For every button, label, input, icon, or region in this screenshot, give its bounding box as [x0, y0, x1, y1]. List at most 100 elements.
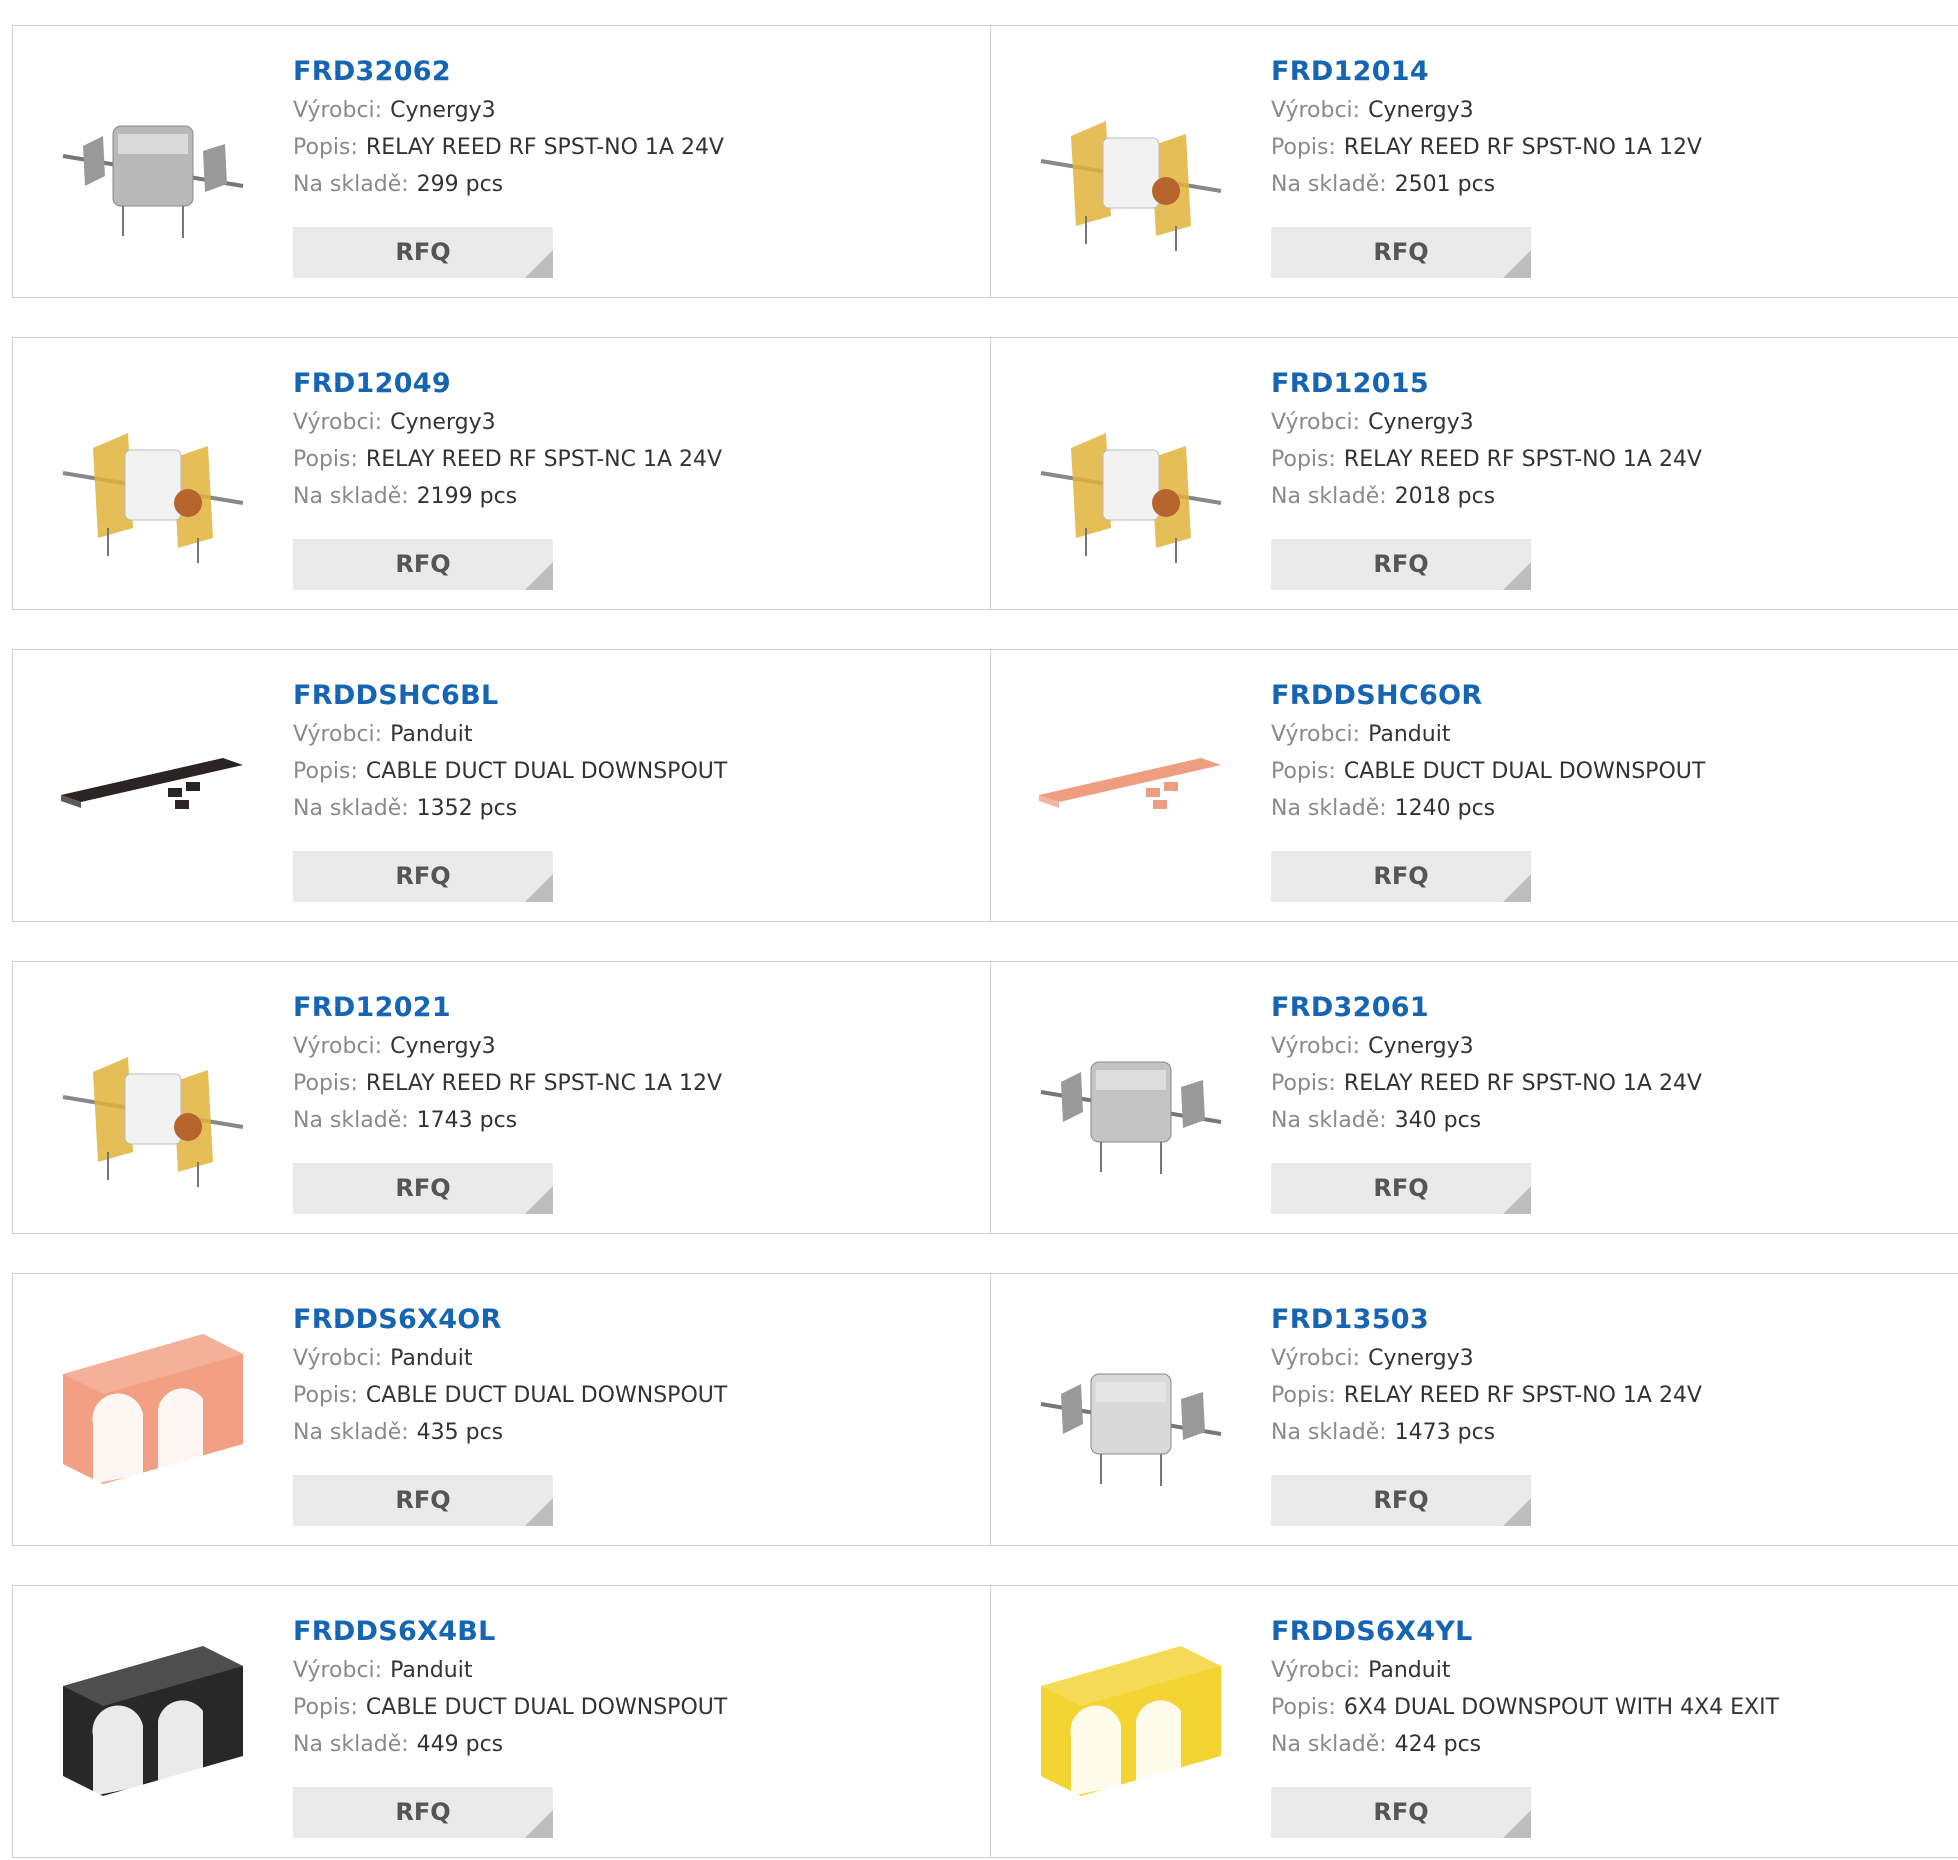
- stock-value: 1473 pcs: [1394, 1420, 1496, 1445]
- product-part-number-link[interactable]: FRDDS6X4BL: [293, 1616, 727, 1652]
- stock-line: Na skladě: 1473 pcs: [1271, 1414, 1702, 1451]
- product-part-number-link[interactable]: FRD12021: [293, 992, 722, 1028]
- stock-line: Na skladě: 1240 pcs: [1271, 790, 1705, 827]
- corner-icon: [1503, 874, 1531, 902]
- description-label: Popis:: [293, 759, 358, 784]
- stock-label: Na skladě:: [1271, 172, 1387, 197]
- rfq-button[interactable]: RFQ: [293, 1787, 553, 1838]
- description-value: RELAY REED RF SPST-NO 1A 24V: [365, 135, 724, 160]
- relay-metal-icon[interactable]: [53, 66, 253, 266]
- description-value: RELAY REED RF SPST-NO 1A 24V: [1343, 1071, 1702, 1096]
- description-label: Popis:: [1271, 1695, 1336, 1720]
- stock-line: Na skladě: 2501 pcs: [1271, 166, 1702, 203]
- relay-reed-icon[interactable]: [1031, 378, 1231, 578]
- rfq-button[interactable]: RFQ: [1271, 1475, 1531, 1526]
- rfq-button[interactable]: RFQ: [293, 1163, 553, 1214]
- rfq-button[interactable]: RFQ: [1271, 227, 1531, 278]
- stock-value: 2501 pcs: [1394, 172, 1496, 197]
- description-value: 6X4 DUAL DOWNSPOUT WITH 4X4 EXIT: [1343, 1695, 1780, 1720]
- rfq-button[interactable]: RFQ: [1271, 851, 1531, 902]
- product-part-number-link[interactable]: FRD12049: [293, 368, 722, 404]
- rfq-button[interactable]: RFQ: [293, 227, 553, 278]
- rfq-button[interactable]: RFQ: [293, 1475, 553, 1526]
- product-part-number-link[interactable]: FRD13503: [1271, 1304, 1702, 1340]
- stock-label: Na skladě:: [1271, 1732, 1387, 1757]
- description-label: Popis:: [293, 1383, 358, 1408]
- stock-line: Na skladě: 435 pcs: [293, 1414, 727, 1451]
- stock-value: 435 pcs: [416, 1420, 504, 1445]
- relay-metal-icon[interactable]: [1031, 1314, 1231, 1514]
- relay-reed-icon[interactable]: [1031, 66, 1231, 266]
- description-value: RELAY REED RF SPST-NC 1A 24V: [365, 447, 723, 472]
- rfq-button[interactable]: RFQ: [293, 851, 553, 902]
- product-card: FRDDS6X4YL Výrobci: Panduit Popis: 6X4 DUAL …: [990, 1585, 1958, 1858]
- duct-downspout-icon[interactable]: [53, 1626, 253, 1826]
- description-line: Popis: 6X4 DUAL DOWNSPOUT WITH 4X4 EXIT: [1271, 1689, 1779, 1726]
- manufacturer-value: Cynergy3: [390, 410, 496, 435]
- relay-reed-icon[interactable]: [53, 1002, 253, 1202]
- description-value: CABLE DUCT DUAL DOWNSPOUT: [365, 759, 728, 784]
- duct-downspout-icon[interactable]: [53, 1314, 253, 1514]
- stock-label: Na skladě:: [1271, 484, 1387, 509]
- rfq-label: RFQ: [1373, 238, 1429, 266]
- manufacturer-label: Výrobci:: [1271, 410, 1361, 435]
- corner-icon: [1503, 1186, 1531, 1214]
- manufacturer-line: Výrobci: Cynergy3: [1271, 1340, 1702, 1377]
- manufacturer-value: Panduit: [390, 722, 473, 747]
- product-part-number-link[interactable]: FRD32062: [293, 56, 724, 92]
- duct-cover-icon[interactable]: [53, 690, 253, 890]
- product-row: FRD12021 Výrobci: Cynergy3 Popis: RELAY REED…: [12, 961, 1958, 1236]
- corner-icon: [1503, 1498, 1531, 1526]
- manufacturer-value: Panduit: [390, 1346, 473, 1371]
- product-part-number-link[interactable]: FRD12014: [1271, 56, 1702, 92]
- description-line: Popis: RELAY REED RF SPST-NO 1A 24V: [1271, 1065, 1702, 1102]
- product-info: FRD12014 Výrobci: Cynergy3 Popis: RELAY REED…: [1271, 56, 1702, 203]
- corner-icon: [525, 1498, 553, 1526]
- manufacturer-line: Výrobci: Cynergy3: [1271, 404, 1702, 441]
- description-line: Popis: CABLE DUCT DUAL DOWNSPOUT: [293, 753, 727, 790]
- manufacturer-value: Panduit: [1368, 1658, 1451, 1683]
- manufacturer-value: Panduit: [1368, 722, 1451, 747]
- description-label: Popis:: [1271, 1071, 1336, 1096]
- product-part-number-link[interactable]: FRD32061: [1271, 992, 1702, 1028]
- rfq-label: RFQ: [395, 238, 451, 266]
- manufacturer-line: Výrobci: Panduit: [1271, 716, 1705, 753]
- description-line: Popis: RELAY REED RF SPST-NC 1A 24V: [293, 441, 722, 478]
- product-info: FRD32061 Výrobci: Cynergy3 Popis: RELAY REED…: [1271, 992, 1702, 1139]
- stock-line: Na skladě: 1352 pcs: [293, 790, 727, 827]
- product-card: FRD12049 Výrobci: Cynergy3 Popis: RELAY REED…: [12, 337, 991, 610]
- stock-line: Na skladě: 2199 pcs: [293, 478, 722, 515]
- description-line: Popis: CABLE DUCT DUAL DOWNSPOUT: [293, 1689, 727, 1726]
- rfq-button[interactable]: RFQ: [1271, 1787, 1531, 1838]
- description-label: Popis:: [293, 447, 358, 472]
- manufacturer-label: Výrobci:: [1271, 1346, 1361, 1371]
- product-part-number-link[interactable]: FRDDSHC6OR: [1271, 680, 1705, 716]
- description-value: RELAY REED RF SPST-NO 1A 24V: [1343, 447, 1702, 472]
- description-line: Popis: CABLE DUCT DUAL DOWNSPOUT: [293, 1377, 727, 1414]
- product-card: FRDDSHC6BL Výrobci: Panduit Popis: CABLE DUC…: [12, 649, 991, 922]
- manufacturer-label: Výrobci:: [293, 722, 383, 747]
- product-part-number-link[interactable]: FRDDSHC6BL: [293, 680, 727, 716]
- description-line: Popis: RELAY REED RF SPST-NC 1A 12V: [293, 1065, 722, 1102]
- relay-metal-icon[interactable]: [1031, 1002, 1231, 1202]
- product-info: FRD32062 Výrobci: Cynergy3 Popis: RELAY REED…: [293, 56, 724, 203]
- stock-line: Na skladě: 340 pcs: [1271, 1102, 1702, 1139]
- duct-downspout-icon[interactable]: [1031, 1626, 1231, 1826]
- product-card: FRD32061 Výrobci: Cynergy3 Popis: RELAY REED…: [990, 961, 1958, 1234]
- rfq-label: RFQ: [395, 862, 451, 890]
- rfq-button[interactable]: RFQ: [1271, 539, 1531, 590]
- stock-line: Na skladě: 449 pcs: [293, 1726, 727, 1763]
- product-row: FRDDS6X4BL Výrobci: Panduit Popis: CABLE DUC…: [12, 1585, 1958, 1860]
- duct-cover-icon[interactable]: [1031, 690, 1231, 890]
- product-part-number-link[interactable]: FRDDS6X4OR: [293, 1304, 727, 1340]
- product-part-number-link[interactable]: FRD12015: [1271, 368, 1702, 404]
- rfq-button[interactable]: RFQ: [1271, 1163, 1531, 1214]
- product-part-number-link[interactable]: FRDDS6X4YL: [1271, 1616, 1779, 1652]
- product-card: FRD12021 Výrobci: Cynergy3 Popis: RELAY REED…: [12, 961, 991, 1234]
- manufacturer-value: Cynergy3: [1368, 1034, 1474, 1059]
- relay-reed-icon[interactable]: [53, 378, 253, 578]
- description-line: Popis: RELAY REED RF SPST-NO 1A 12V: [1271, 129, 1702, 166]
- rfq-button[interactable]: RFQ: [293, 539, 553, 590]
- stock-line: Na skladě: 1743 pcs: [293, 1102, 722, 1139]
- description-line: Popis: RELAY REED RF SPST-NO 1A 24V: [1271, 1377, 1702, 1414]
